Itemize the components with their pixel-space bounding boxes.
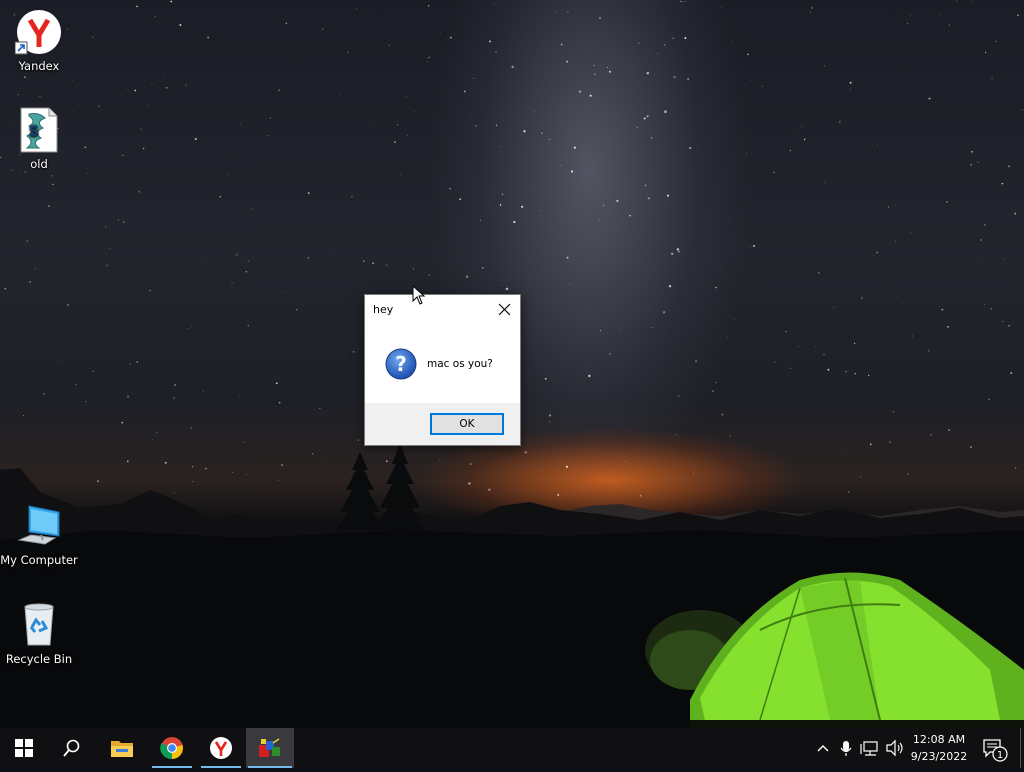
file-explorer-icon [110, 738, 134, 758]
notification-count: 1 [997, 750, 1003, 761]
recycle-bin-icon [15, 601, 63, 649]
computer-icon [15, 502, 63, 550]
running-app-icon [257, 737, 283, 759]
speaker-icon [884, 728, 906, 768]
dialog-close-button[interactable] [490, 295, 520, 323]
mountain-landscape [0, 430, 1024, 728]
script-file-icon: S [15, 106, 63, 154]
taskbar-running-app[interactable] [246, 728, 294, 768]
action-center-button[interactable]: 1 [976, 728, 1018, 768]
windows-start-icon [15, 739, 33, 757]
taskbar-chrome[interactable] [148, 728, 196, 768]
search-icon [63, 739, 81, 757]
network-icon [860, 728, 882, 768]
taskbar-file-explorer[interactable] [98, 728, 146, 768]
svg-text:S: S [29, 124, 39, 140]
clock[interactable]: 12:08 AM 9/23/2022 [906, 731, 972, 767]
search-button[interactable] [48, 728, 96, 768]
yandex-icon [209, 736, 233, 760]
start-button[interactable] [0, 728, 48, 768]
microphone-indicator[interactable] [836, 728, 856, 768]
desktop: Yandex S old My Computer [0, 0, 1024, 728]
dialog-body: ? mac os you? [365, 323, 520, 403]
chevron-up-icon [812, 728, 834, 768]
network-indicator[interactable] [860, 728, 882, 768]
close-icon [490, 295, 520, 323]
dialog-title: hey [373, 303, 393, 316]
desktop-icon-old[interactable]: S old [0, 106, 78, 171]
yandex-icon [15, 8, 63, 56]
notification-icon: 1 [976, 728, 1018, 768]
dialog-titlebar[interactable]: hey [365, 295, 520, 323]
mouse-cursor-icon [412, 285, 426, 305]
question-icon: ? [385, 348, 417, 380]
taskbar: 12:08 AM 9/23/2022 1 [0, 728, 1024, 768]
desktop-icon-label: Recycle Bin [0, 652, 78, 666]
clock-time: 12:08 AM [906, 731, 972, 748]
desktop-icon-label: Yandex [0, 59, 78, 73]
dialog-footer: OK [365, 403, 520, 445]
ok-button[interactable]: OK [430, 413, 504, 435]
clock-date: 9/23/2022 [906, 748, 972, 765]
show-hidden-icons-button[interactable] [812, 728, 834, 768]
chrome-icon [160, 736, 184, 760]
dialog-message: mac os you? [427, 358, 493, 370]
volume-indicator[interactable] [884, 728, 906, 768]
desktop-icon-my-computer[interactable]: My Computer [0, 502, 78, 567]
desktop-icon-label: old [0, 157, 78, 171]
show-desktop-button[interactable] [1020, 728, 1024, 768]
microphone-icon [836, 728, 856, 768]
svg-text:?: ? [395, 352, 407, 376]
desktop-icon-recycle-bin[interactable]: Recycle Bin [0, 601, 78, 666]
message-dialog: hey ? mac [364, 294, 521, 446]
taskbar-yandex[interactable] [197, 728, 245, 768]
desktop-icon-label: My Computer [0, 553, 78, 567]
desktop-icon-yandex[interactable]: Yandex [0, 8, 78, 73]
